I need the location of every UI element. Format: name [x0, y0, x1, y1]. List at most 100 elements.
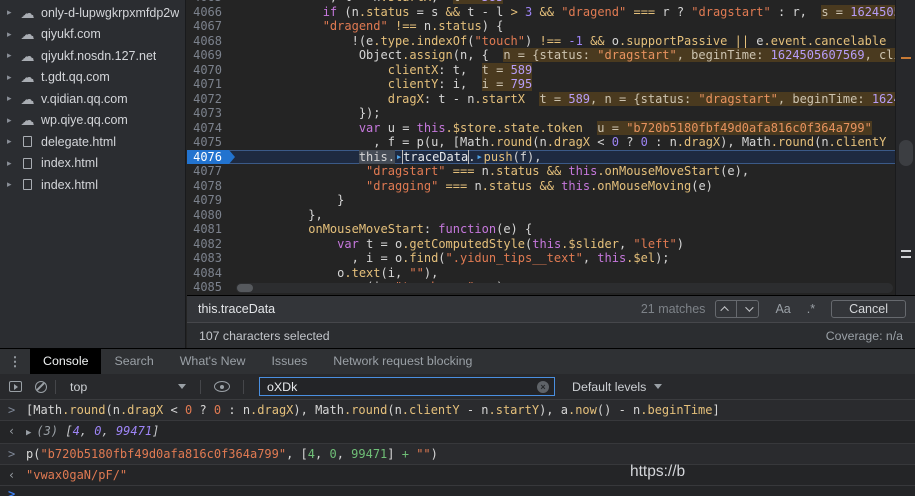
vertical-scrollbar-thumb[interactable]	[899, 140, 913, 166]
code-line[interactable]: 4084 o.text(i, ""),	[187, 266, 915, 281]
next-match-button[interactable]	[737, 300, 759, 318]
code-line-content[interactable]: , f = p(u, [Math.round(n.dragX < 0 ? 0 :…	[229, 135, 915, 150]
code-line[interactable]: 4070 clientX: t, t = 589	[187, 63, 915, 78]
tab-issues[interactable]: Issues	[258, 349, 320, 374]
vertical-scrollbar[interactable]	[895, 0, 915, 295]
line-number[interactable]: 4074	[187, 121, 229, 136]
code-line[interactable]: 4068 !(e.type.indexOf("touch") !== -1 &&…	[187, 34, 915, 49]
line-number[interactable]: 4079	[187, 193, 229, 208]
console-filter-input[interactable]: oXDk ×	[259, 377, 555, 396]
disclosure-icon[interactable]: ▸	[0, 93, 14, 104]
line-number[interactable]: 4069	[187, 48, 229, 63]
console-input-area[interactable]	[26, 486, 915, 496]
line-number[interactable]: 4080	[187, 208, 229, 223]
line-number[interactable]: 4070	[187, 63, 229, 78]
paused-code-line[interactable]: 4076 this.▶traceData.▶push(f),	[187, 150, 915, 165]
code-line[interactable]: 4078 "dragging" === n.status && this.onM…	[187, 179, 915, 194]
previous-match-button[interactable]	[715, 300, 737, 318]
code-line[interactable]: 4075 , f = p(u, [Math.round(n.dragX < 0 …	[187, 135, 915, 150]
code-line-content[interactable]: "dragstart" === n.status && this.onMouse…	[229, 164, 915, 179]
code-line[interactable]: 4083 , i = o.find(".yidun_tips__text", t…	[187, 251, 915, 266]
inline-breakpoint-icon[interactable]: ▶	[475, 153, 483, 161]
line-number[interactable]: 4076	[187, 150, 229, 165]
clear-console-icon[interactable]	[35, 381, 47, 393]
code-line-content[interactable]: this.▶traceData.▶push(f),	[229, 150, 915, 165]
line-number[interactable]: 4066	[187, 5, 229, 20]
disclosure-icon[interactable]: ▸	[0, 7, 14, 18]
coverage-status[interactable]: Coverage: n/a	[826, 329, 903, 343]
tab-network-request-blocking[interactable]: Network request blocking	[320, 349, 485, 374]
code-line-content[interactable]: "dragging" === n.status && this.onMouseM…	[229, 179, 915, 194]
disclosure-icon[interactable]: ▸	[0, 29, 14, 40]
horizontal-scrollbar[interactable]	[236, 283, 893, 293]
show-console-sidebar-icon[interactable]	[9, 381, 22, 392]
file-tree-item[interactable]: ▸index.html	[0, 174, 185, 196]
line-number[interactable]: 4084	[187, 266, 229, 281]
code-line[interactable]: 4079 }	[187, 193, 915, 208]
file-tree-item[interactable]: ▸☁wp.qiye.qq.com	[0, 110, 185, 132]
code-line-content[interactable]: clientY: i, i = 795	[229, 77, 915, 92]
code-line-content[interactable]: },	[229, 208, 915, 223]
line-number[interactable]: 4081	[187, 222, 229, 237]
code-line-content[interactable]: clientX: t, t = 589	[229, 63, 915, 78]
code-line-content[interactable]: !(e.type.indexOf("touch") !== -1 && o.su…	[229, 34, 915, 49]
javascript-context-selector[interactable]: top	[64, 380, 192, 394]
code-line-content[interactable]: , i = o.find(".yidun_tips__text", this.$…	[229, 251, 915, 266]
line-number[interactable]: 4085	[187, 280, 229, 295]
code-line[interactable]: 4074 var u = this.$store.state.token u =…	[187, 121, 915, 136]
horizontal-scrollbar-thumb[interactable]	[237, 284, 253, 292]
line-number[interactable]: 4075	[187, 135, 229, 150]
code-line-content[interactable]: o.text(i, ""),	[229, 266, 915, 281]
file-tree-item[interactable]: ▸☁t.gdt.qq.com	[0, 67, 185, 89]
code-line[interactable]: 4081 onMouseMoveStart: function(e) {	[187, 222, 915, 237]
code-line-content[interactable]: dragX: t - n.startX t = 589, n = {status…	[229, 92, 915, 107]
code-line-content[interactable]: }	[229, 193, 915, 208]
code-line-content[interactable]: var u = this.$store.state.token u = "b72…	[229, 121, 915, 136]
file-tree-item[interactable]: ▸index.html	[0, 153, 185, 175]
code-line[interactable]: 4080 },	[187, 208, 915, 223]
console-prompt[interactable]: >	[0, 486, 915, 496]
line-number[interactable]: 4071	[187, 77, 229, 92]
create-live-expression-icon[interactable]	[214, 381, 230, 392]
regex-button[interactable]: .*	[807, 302, 815, 316]
cancel-button[interactable]: Cancel	[831, 300, 906, 318]
line-number[interactable]: 4077	[187, 164, 229, 179]
code-line[interactable]: 4069 Object.assign(n, { n = {status: "dr…	[187, 48, 915, 63]
tab-console[interactable]: Console	[30, 349, 101, 374]
tab-what-s-new[interactable]: What's New	[167, 349, 259, 374]
code-line-content[interactable]: onMouseMoveStart: function(e) {	[229, 222, 915, 237]
code-line[interactable]: 4073 });	[187, 106, 915, 121]
tab-search[interactable]: Search	[101, 349, 166, 374]
disclosure-icon[interactable]: ▸	[0, 158, 14, 169]
line-number[interactable]: 4067	[187, 19, 229, 34]
disclosure-icon[interactable]: ▸	[0, 50, 14, 61]
code-line[interactable]: 4066 if (n.status = s && t - l > 3 && "d…	[187, 5, 915, 20]
log-levels-dropdown[interactable]: Default levels	[572, 380, 662, 394]
file-tree-item[interactable]: ▸☁v.qidian.qq.com	[0, 88, 185, 110]
file-tree-item[interactable]: ▸☁qiyukf.com	[0, 24, 185, 46]
code-line[interactable]: 4071 clientY: i, i = 795	[187, 77, 915, 92]
file-tree-item[interactable]: ▸☁only-d-lupwgkrpxmfdp2w	[0, 2, 185, 24]
line-number[interactable]: 4072	[187, 92, 229, 107]
expand-icon[interactable]: ▶	[26, 428, 36, 438]
code-line-content[interactable]: "dragend" !== n.status) {	[229, 19, 915, 34]
disclosure-icon[interactable]: ▸	[0, 136, 14, 147]
code-line-content[interactable]: Object.assign(n, { n = {status: "dragsta…	[229, 48, 915, 63]
match-case-button[interactable]: Aa	[775, 302, 790, 316]
code-line-content[interactable]: var t = o.getComputedStyle(this.$slider,…	[229, 237, 915, 252]
code-line[interactable]: 4077 "dragstart" === n.status && this.on…	[187, 164, 915, 179]
code-line-content[interactable]: if (n.status = s && t - l > 3 && "dragen…	[229, 5, 915, 20]
line-number[interactable]: 4068	[187, 34, 229, 49]
code-editor[interactable]: 4065 , l = n.startX, l = 5854066 if (n.s…	[187, 0, 915, 295]
line-number[interactable]: 4078	[187, 179, 229, 194]
file-tree-item[interactable]: ▸delegate.html	[0, 131, 185, 153]
disclosure-icon[interactable]: ▸	[0, 179, 14, 190]
file-tree-item[interactable]: ▸☁qiyukf.nosdn.127.net	[0, 45, 185, 67]
search-input[interactable]: this.traceData	[198, 302, 641, 316]
more-tools-menu-icon[interactable]: ⋮	[0, 349, 30, 374]
line-number[interactable]: 4083	[187, 251, 229, 266]
code-line-content[interactable]: });	[229, 106, 915, 121]
line-number[interactable]: 4082	[187, 237, 229, 252]
disclosure-icon[interactable]: ▸	[0, 115, 14, 126]
line-number[interactable]: 4073	[187, 106, 229, 121]
